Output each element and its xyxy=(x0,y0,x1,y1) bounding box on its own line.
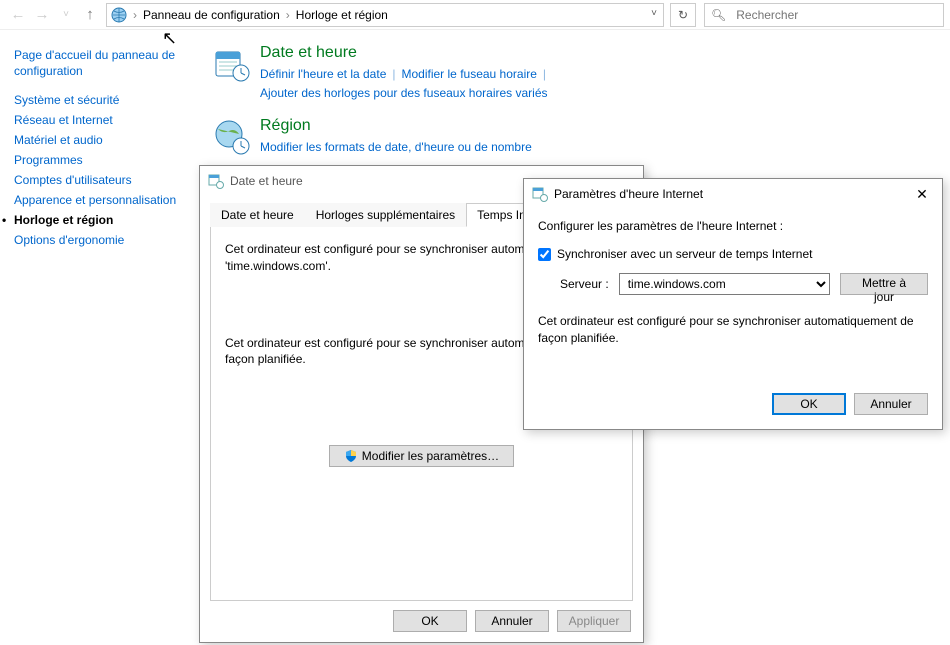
search-input[interactable] xyxy=(734,7,937,23)
breadcrumb-leaf[interactable]: Horloge et région xyxy=(290,8,394,22)
update-now-button[interactable]: Mettre à jour xyxy=(840,273,928,295)
change-settings-button[interactable]: Modifier les paramètres… xyxy=(329,445,514,467)
breadcrumb-root[interactable]: Panneau de configuration xyxy=(137,8,286,22)
sidebar-item-system[interactable]: Système et sécurité xyxy=(14,93,186,107)
change-settings-label: Modifier les paramètres… xyxy=(362,449,499,463)
refresh-button[interactable]: ↻ xyxy=(670,3,696,27)
calendar-clock-icon xyxy=(532,186,548,202)
category-region: Région Modifier les formats de date, d'h… xyxy=(212,117,938,157)
category-title-date-time[interactable]: Date et heure xyxy=(260,44,552,62)
sidebar-item-ease[interactable]: Options d'ergonomie xyxy=(14,233,186,247)
category-date-time: Date et heure Définir l'heure et la date… xyxy=(212,44,938,103)
category-title-region[interactable]: Région xyxy=(260,117,532,135)
sidebar-item-programs[interactable]: Programmes xyxy=(14,153,186,167)
ok-button[interactable]: OK xyxy=(772,393,846,415)
back-button[interactable]: ← xyxy=(6,3,30,27)
sidebar-item-network[interactable]: Réseau et Internet xyxy=(14,113,186,127)
close-button[interactable]: ✕ xyxy=(910,186,934,203)
server-label: Serveur : xyxy=(560,277,609,291)
dialog-title: Date et heure xyxy=(230,174,303,188)
address-bar: ← → ˅ ↑ › Panneau de configuration › Hor… xyxy=(0,0,950,30)
cursor-icon: ↖︎ xyxy=(162,28,177,49)
shield-icon xyxy=(344,449,358,463)
schedule-text: Cet ordinateur est configuré pour se syn… xyxy=(538,313,928,347)
tab-additional-clocks[interactable]: Horloges supplémentaires xyxy=(305,203,466,227)
dialog-internet-time-settings: Paramètres d'heure Internet ✕ Configurer… xyxy=(523,178,943,430)
link-change-formats[interactable]: Modifier les formats de date, d'heure ou… xyxy=(260,140,532,154)
control-panel-home-link[interactable]: Page d'accueil du panneau de configurati… xyxy=(14,48,186,79)
control-panel-icon xyxy=(111,7,127,23)
link-timezone[interactable]: Modifier le fuseau horaire xyxy=(402,67,537,81)
tab-date-time[interactable]: Date et heure xyxy=(210,203,305,227)
search-box[interactable]: 🔍︎ xyxy=(704,3,944,27)
ok-button[interactable]: OK xyxy=(393,610,467,632)
instruction-text: Configurer les paramètres de l'heure Int… xyxy=(538,219,928,233)
calendar-clock-icon xyxy=(208,173,224,189)
forward-button[interactable]: → xyxy=(30,3,54,27)
calendar-clock-icon xyxy=(212,44,252,84)
breadcrumb[interactable]: › Panneau de configuration › Horloge et … xyxy=(106,3,664,27)
dialog-title: Paramètres d'heure Internet xyxy=(554,187,703,201)
dialog-titlebar[interactable]: Paramètres d'heure Internet ✕ xyxy=(524,179,942,209)
globe-clock-icon xyxy=(212,117,252,157)
sidebar-item-accounts[interactable]: Comptes d'utilisateurs xyxy=(14,173,186,187)
sidebar: ↖︎ Page d'accueil du panneau de configur… xyxy=(0,30,200,645)
breadcrumb-dropdown-icon[interactable]: ˅ xyxy=(651,8,657,19)
sidebar-item-clock-region[interactable]: Horloge et région xyxy=(14,213,186,227)
sidebar-item-appearance[interactable]: Apparence et personnalisation xyxy=(14,193,186,207)
apply-button[interactable]: Appliquer xyxy=(557,610,631,632)
sidebar-item-hardware[interactable]: Matériel et audio xyxy=(14,133,186,147)
recent-dropdown[interactable]: ˅ xyxy=(54,3,78,27)
sync-checkbox-label: Synchroniser avec un serveur de temps In… xyxy=(557,247,812,261)
link-add-clocks[interactable]: Ajouter des horloges pour des fuseaux ho… xyxy=(260,86,548,100)
cancel-button[interactable]: Annuler xyxy=(475,610,549,632)
server-select[interactable]: time.windows.com xyxy=(619,273,830,295)
up-button[interactable]: ↑ xyxy=(78,3,102,27)
cancel-button[interactable]: Annuler xyxy=(854,393,928,415)
sync-checkbox[interactable] xyxy=(538,248,551,261)
link-set-time[interactable]: Définir l'heure et la date xyxy=(260,67,386,81)
search-icon: 🔍︎ xyxy=(711,8,726,22)
